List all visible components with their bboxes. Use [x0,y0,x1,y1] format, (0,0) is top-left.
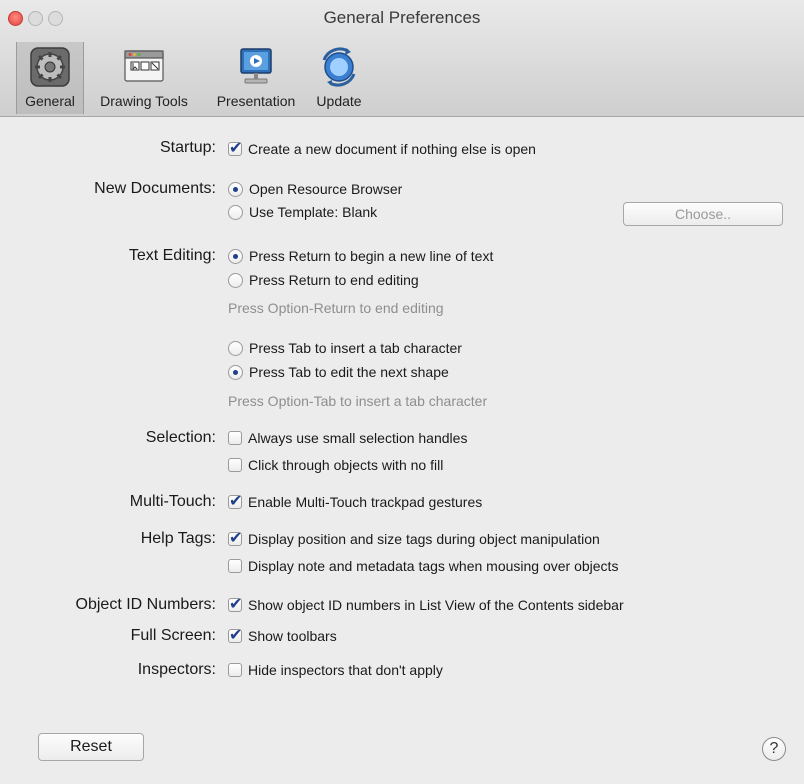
selection-label: Selection: [145,429,216,446]
toolbar-item-update[interactable]: Update [310,42,368,114]
object-id-label: Object ID Numbers: [75,596,216,613]
startup-option-text: Create a new document if nothing else is… [248,141,536,157]
open-resource-browser-text: Open Resource Browser [249,181,403,197]
return-end-editing-text: Press Return to end editing [249,272,419,288]
open-resource-browser-option[interactable]: Open Resource Browser [228,181,402,197]
return-end-editing-radio[interactable] [228,272,243,288]
tab-next-shape-option[interactable]: Press Tab to edit the next shape [228,364,449,380]
return-end-editing-option[interactable]: Press Return to end editing [228,272,419,288]
show-toolbars-text: Show toolbars [248,628,337,644]
tab-hint: Press Option-Tab to insert a tab charact… [228,393,488,409]
return-new-line-text: Press Return to begin a new line of text [249,248,494,264]
small-handles-checkbox[interactable] [228,431,242,445]
tab-insert-text: Press Tab to insert a tab character [249,340,462,356]
return-new-line-radio[interactable] [228,248,243,264]
use-template-option[interactable]: Use Template: Blank [228,204,377,220]
startup-checkbox[interactable] [228,138,242,158]
object-id-option[interactable]: Show object ID numbers in List View of t… [228,594,624,614]
use-template-radio[interactable] [228,204,243,220]
hide-inspectors-option[interactable]: Hide inspectors that don't apply [228,662,443,678]
help-button[interactable]: ? [762,737,786,761]
drawing-tools-icon [124,50,164,82]
startup-label: Startup: [159,139,216,156]
tab-next-shape-radio[interactable] [228,364,243,380]
multitouch-checkbox[interactable] [228,491,242,511]
show-toolbars-option[interactable]: Show toolbars [228,625,337,645]
open-resource-browser-radio[interactable] [228,181,243,197]
tab-insert-radio[interactable] [228,340,243,356]
small-handles-option[interactable]: Always use small selection handles [228,430,467,446]
preferences-content: Startup: Create a new document if nothin… [0,117,804,784]
inspectors-label: Inspectors: [137,661,216,678]
startup-option[interactable]: Create a new document if nothing else is… [228,138,536,158]
help-tags-label: Help Tags: [140,530,216,547]
position-size-tags-text: Display position and size tags during ob… [248,531,600,547]
toolbar-item-label: Drawing Tools [100,93,188,109]
text-editing-label: Text Editing: [128,247,216,264]
full-screen-label: Full Screen: [130,627,216,644]
update-icon [322,47,356,87]
small-handles-text: Always use small selection handles [248,430,468,446]
toolbar-item-label: General [25,93,75,109]
reset-button[interactable]: Reset [38,733,144,761]
note-metadata-tags-text: Display note and metadata tags when mous… [248,558,619,574]
gear-icon [30,47,70,87]
tab-next-shape-text: Press Tab to edit the next shape [249,364,449,380]
toolbar-item-presentation[interactable]: Presentation [206,42,306,114]
toolbar-item-drawing-tools[interactable]: Drawing Tools [88,42,200,114]
tab-insert-option[interactable]: Press Tab to insert a tab character [228,340,462,356]
object-id-text: Show object ID numbers in List View of t… [248,597,624,613]
presentation-icon [240,48,272,84]
position-size-tags-option[interactable]: Display position and size tags during ob… [228,528,600,548]
choose-button[interactable]: Choose.. [623,202,783,226]
window-title: General Preferences [323,8,481,27]
note-metadata-tags-checkbox[interactable] [228,559,242,573]
click-through-text: Click through objects with no fill [248,457,444,473]
toolbar-item-label: Presentation [216,93,296,109]
click-through-option[interactable]: Click through objects with no fill [228,457,443,473]
show-toolbars-checkbox[interactable] [228,625,242,645]
use-template-text: Use Template: Blank [249,204,378,220]
toolbar-item-label: Update [316,93,362,109]
object-id-checkbox[interactable] [228,594,242,614]
hide-inspectors-checkbox[interactable] [228,663,242,677]
hide-inspectors-text: Hide inspectors that don't apply [248,662,443,678]
new-documents-label: New Documents: [94,180,216,197]
return-hint: Press Option-Return to end editing [228,300,444,316]
multitouch-option[interactable]: Enable Multi-Touch trackpad gestures [228,491,483,511]
position-size-tags-checkbox[interactable] [228,528,242,548]
preferences-window: General Preferences General Drawing Tool… [0,0,804,784]
note-metadata-tags-option[interactable]: Display note and metadata tags when mous… [228,558,618,574]
return-new-line-option[interactable]: Press Return to begin a new line of text [228,248,493,264]
toolbar-item-general[interactable]: General [16,42,84,114]
multitouch-text: Enable Multi-Touch trackpad gestures [248,494,483,510]
titlebar: General Preferences General Drawing Tool… [0,0,804,117]
multitouch-label: Multi-Touch: [129,493,216,510]
click-through-checkbox[interactable] [228,458,242,472]
